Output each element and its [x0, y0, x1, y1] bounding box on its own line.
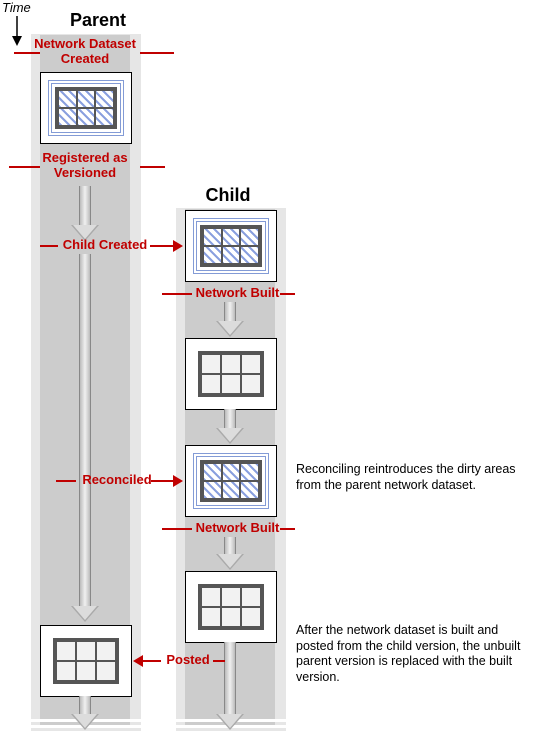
parent-dataset-posted-icon [40, 625, 132, 697]
time-axis-label: Time [2, 0, 31, 15]
child-dataset-4-icon [185, 571, 277, 643]
parent-dataset-initial-icon [40, 72, 132, 144]
posted-right-line [213, 660, 225, 662]
net-built-1-left [162, 293, 192, 295]
child-column-header: Child [178, 185, 278, 206]
child-dataset-2-icon [185, 338, 277, 410]
child-arrow-1 [220, 302, 240, 337]
reconciled-arrow [151, 480, 173, 482]
reconciled-line-left [56, 480, 76, 482]
registered-line-right [140, 166, 165, 168]
created-line-right [140, 52, 174, 54]
child-dataset-3-icon [185, 445, 277, 517]
parent-column-header: Parent [48, 10, 148, 31]
parent-arrow-3 [75, 696, 95, 730]
posted-label: Posted [158, 652, 218, 667]
child-arrow-3 [220, 537, 240, 570]
created-label: Network Dataset Created [30, 36, 140, 66]
parent-arrow-2 [75, 254, 95, 622]
child-created-line-left [40, 245, 58, 247]
posted-arrow [143, 660, 161, 662]
net-built-2-right [280, 528, 295, 530]
net-built-2-left [162, 528, 192, 530]
child-arrow-2 [220, 409, 240, 444]
time-arrow-icon [10, 16, 24, 46]
child-created-label: Child Created [55, 237, 155, 252]
registered-label: Registered as Versioned [30, 150, 140, 180]
net-built-1-right [280, 293, 295, 295]
child-dataset-1-icon [185, 210, 277, 282]
parent-arrow-1 [75, 186, 95, 241]
post-annotation: After the network dataset is built and p… [296, 623, 532, 686]
net-built-1-label: Network Built [190, 285, 285, 300]
reconcile-annotation: Reconciling reintroduces the dirty areas… [296, 462, 530, 493]
net-built-2-label: Network Built [190, 520, 285, 535]
child-arrow-4 [220, 642, 240, 730]
child-created-arrow [150, 245, 173, 247]
reconciled-label: Reconciled [72, 472, 162, 487]
